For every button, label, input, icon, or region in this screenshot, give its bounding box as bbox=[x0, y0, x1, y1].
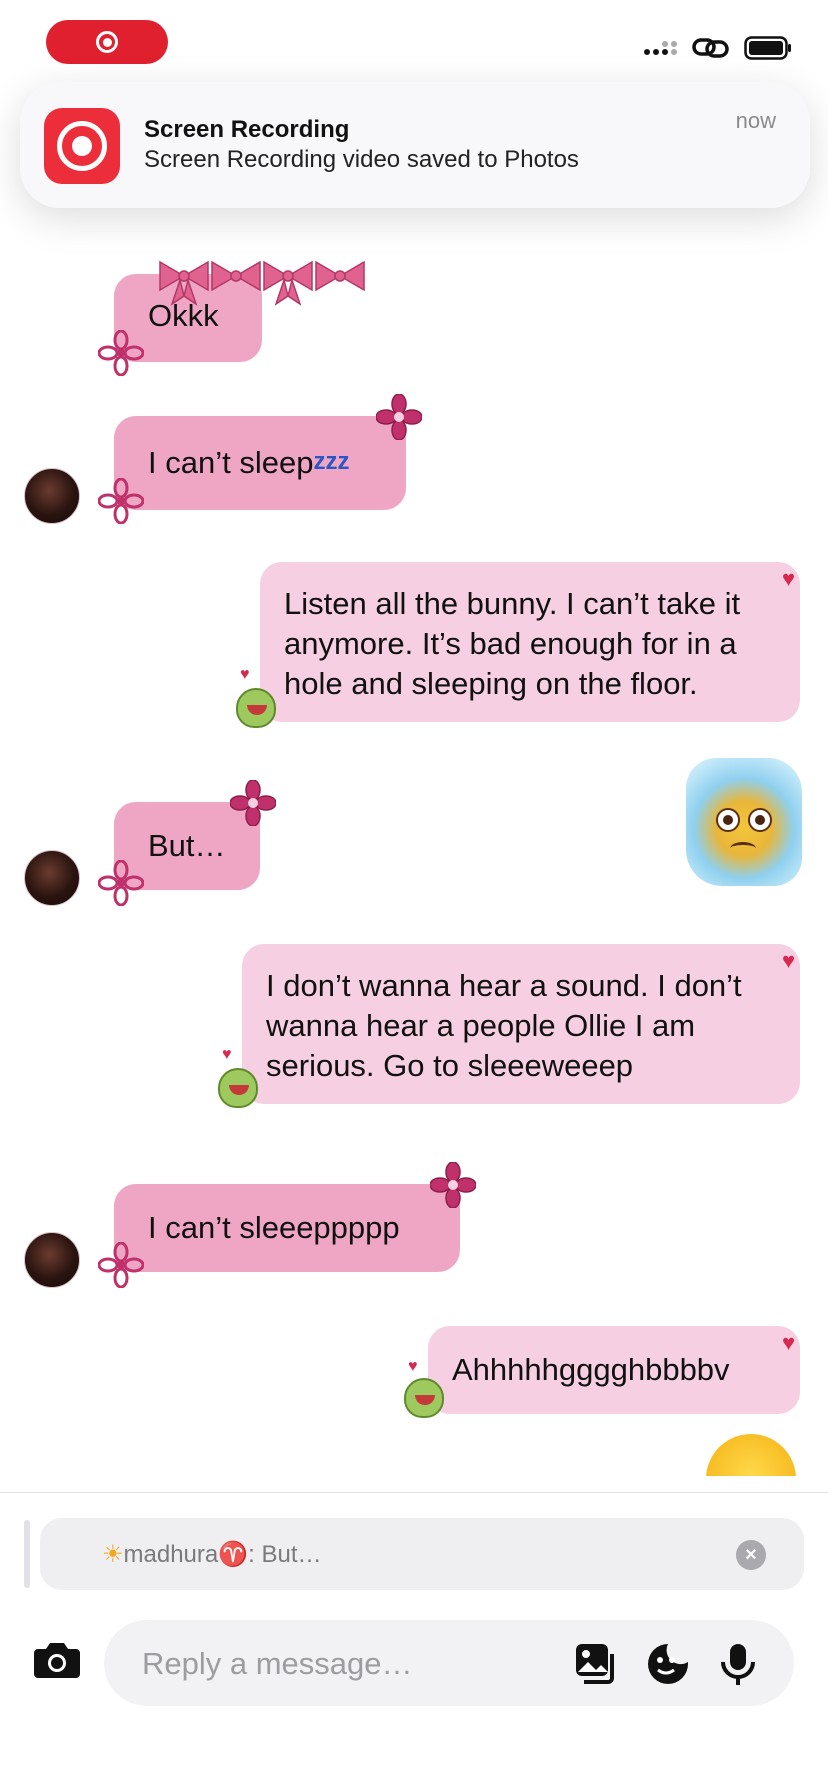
signal-icon bbox=[644, 41, 677, 55]
link-icon bbox=[692, 38, 729, 58]
heart-icon: ♥ bbox=[222, 1046, 232, 1063]
screen-recording-app-icon bbox=[44, 108, 120, 184]
record-icon bbox=[57, 121, 107, 171]
frog-sticker-icon bbox=[404, 1378, 444, 1418]
message-composer[interactable] bbox=[104, 1620, 794, 1706]
sun-icon: ☀ bbox=[102, 1541, 124, 1568]
sticker-icon[interactable] bbox=[646, 1642, 690, 1686]
message-bubble[interactable]: Listen all the bunny. I can’t take it an… bbox=[260, 562, 800, 722]
flower-decoration bbox=[98, 478, 144, 524]
message-bubble[interactable]: I can’t sleeeppppp bbox=[114, 1184, 460, 1272]
status-icons bbox=[644, 36, 794, 60]
message-bubble[interactable]: I don’t wanna hear a sound. I don’t wann… bbox=[242, 944, 800, 1104]
microphone-icon[interactable] bbox=[716, 1642, 760, 1686]
smiley-emoji bbox=[706, 1434, 796, 1476]
reply-username: madhura bbox=[123, 1541, 219, 1568]
avatar[interactable] bbox=[24, 468, 80, 524]
heart-icon: ♥ bbox=[408, 1358, 418, 1375]
flower-decoration bbox=[376, 394, 422, 440]
emoji-mouth bbox=[730, 842, 756, 855]
flamingo-icon: ♈ bbox=[218, 1541, 249, 1568]
heart-reaction-icon: ♥ bbox=[782, 948, 796, 973]
message-bubble[interactable]: I can’t sleepzzz bbox=[114, 416, 406, 510]
flower-decoration bbox=[98, 1242, 144, 1288]
notification-banner[interactable]: Screen Recording Screen Recording video … bbox=[20, 82, 810, 208]
reply-indicator-bar bbox=[24, 1520, 30, 1588]
partial-emoji-sticker[interactable] bbox=[700, 1430, 800, 1476]
divider bbox=[0, 1492, 828, 1493]
crying-ice-cube-emoji[interactable] bbox=[686, 758, 802, 886]
message-text: I can’t sleeeppppp bbox=[148, 1210, 400, 1245]
bow-decoration bbox=[159, 260, 365, 306]
flower-decoration bbox=[230, 780, 276, 826]
message-text: I don’t wanna hear a sound. I don’t wann… bbox=[266, 968, 742, 1083]
flower-decoration bbox=[98, 330, 144, 376]
message-text: But… bbox=[148, 828, 226, 863]
zzz-emoji: zzz bbox=[313, 448, 350, 475]
avatar[interactable] bbox=[24, 1232, 80, 1288]
heart-reaction-icon: ♥ bbox=[782, 566, 796, 591]
avatar[interactable] bbox=[24, 850, 80, 906]
message-text: Listen all the bunny. I can’t take it an… bbox=[284, 586, 741, 701]
record-icon bbox=[96, 31, 118, 53]
reply-preview[interactable]: ☀madhura♈: But… × bbox=[40, 1518, 804, 1590]
message-input[interactable] bbox=[140, 1640, 564, 1688]
heart-reaction-icon: ♥ bbox=[782, 1330, 796, 1355]
gallery-icon[interactable] bbox=[574, 1642, 618, 1686]
camera-button[interactable] bbox=[32, 1640, 82, 1680]
frog-sticker-icon bbox=[218, 1068, 258, 1108]
emoji-eye bbox=[716, 808, 740, 832]
battery-icon bbox=[744, 36, 791, 60]
emoji-eye bbox=[748, 808, 772, 832]
message-text: Ahhhhhgggghbbbbv bbox=[452, 1352, 730, 1387]
close-icon: × bbox=[745, 1543, 757, 1566]
screen-recording-indicator[interactable] bbox=[46, 20, 168, 64]
notification-title: Screen Recording bbox=[144, 116, 350, 143]
notification-body: Screen Recording video saved to Photos bbox=[144, 146, 579, 173]
reply-separator: : bbox=[248, 1541, 255, 1568]
message-bubble[interactable]: Ahhhhhgggghbbbbv bbox=[428, 1326, 800, 1414]
flower-decoration bbox=[98, 860, 144, 906]
notification-time: now bbox=[735, 108, 776, 133]
message-text: I can’t sleep bbox=[148, 445, 314, 480]
heart-icon: ♥ bbox=[240, 666, 250, 683]
reply-quote: But… bbox=[261, 1541, 322, 1568]
reply-preview-text: ☀madhura♈: But… bbox=[102, 1540, 322, 1569]
flower-decoration bbox=[430, 1162, 476, 1208]
close-reply-button[interactable]: × bbox=[736, 1540, 766, 1570]
frog-sticker-icon bbox=[236, 688, 276, 728]
